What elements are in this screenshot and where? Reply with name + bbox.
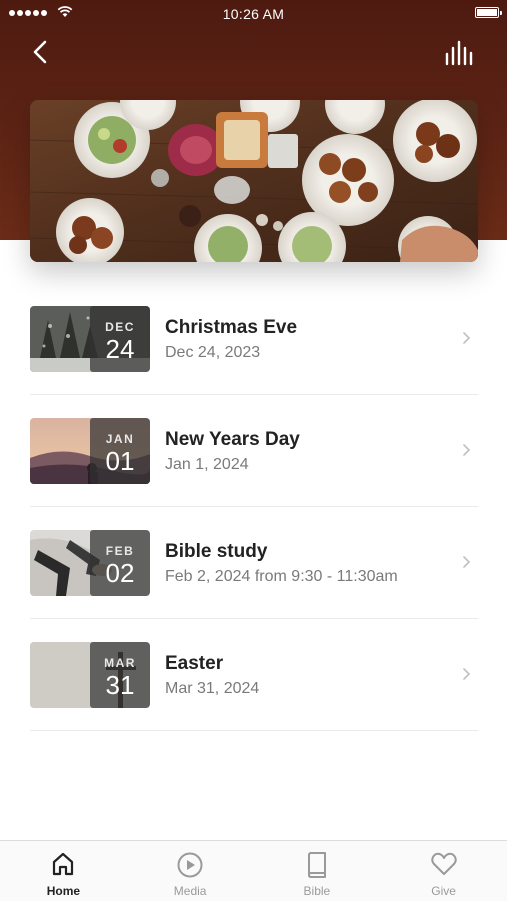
back-chevron-icon[interactable] [26, 36, 56, 68]
event-date: Dec 24, 2023 [165, 344, 261, 361]
battery-icon [475, 7, 502, 18]
tab-media[interactable]: Media [127, 841, 254, 901]
book-icon [307, 852, 326, 878]
chevron-right-icon [463, 332, 471, 344]
tab-give[interactable]: Give [380, 841, 507, 901]
event-row-bible-study[interactable]: FEB 02 Bible study Feb 2, 2024 from 9:30… [30, 507, 478, 619]
event-thumbnail: FEB 02 [30, 530, 150, 596]
event-date: Feb 2, 2024 from 9:30 - 11:30am [165, 568, 398, 585]
event-thumbnail: JAN 01 [30, 418, 150, 484]
chevron-right-icon [463, 444, 471, 456]
event-title: Easter [165, 653, 224, 674]
date-month: JAN [105, 432, 135, 446]
event-thumbnail: DEC 24 [30, 306, 150, 372]
date-day: 24 [105, 334, 135, 364]
event-title: Christmas Eve [165, 317, 298, 338]
dinner-table-photo [30, 100, 478, 262]
event-date: Mar 31, 2024 [165, 680, 260, 697]
heart-icon [430, 852, 457, 875]
play-circle-icon [177, 852, 203, 878]
date-badge: FEB 02 [90, 530, 150, 596]
event-row-easter[interactable]: MAR 31 Easter Mar 31, 2024 [30, 619, 478, 731]
chevron-right-icon [463, 556, 471, 568]
date-month: MAR [104, 656, 136, 670]
tab-bible[interactable]: Bible [254, 841, 381, 901]
date-badge: MAR 31 [90, 642, 150, 708]
date-badge: DEC 24 [90, 306, 150, 372]
event-row-christmas-eve[interactable]: DEC 24 Christmas Eve Dec 24, 2023 [30, 283, 478, 395]
date-month: DEC [105, 320, 135, 334]
date-day: 02 [105, 558, 135, 588]
event-date: Jan 1, 2024 [165, 456, 249, 473]
event-row-new-years-day[interactable]: JAN 01 New Years Day Jan 1, 2024 [30, 395, 478, 507]
event-title: Bible study [165, 541, 268, 562]
date-badge: JAN 01 [90, 418, 150, 484]
audio-bars-icon[interactable] [444, 40, 476, 66]
tab-label: Bible [303, 884, 331, 898]
events-list: DEC 24 Christmas Eve Dec 24, 2023 JAN 01… [30, 283, 478, 731]
status-bar: 10:26 AM [0, 0, 507, 28]
date-day: 31 [105, 670, 135, 700]
event-title: New Years Day [165, 429, 300, 450]
chevron-right-icon [463, 668, 471, 680]
status-time: 10:26 AM [222, 6, 285, 22]
hero-image [30, 100, 478, 262]
home-icon [53, 852, 74, 876]
tab-label: Give [431, 884, 456, 898]
date-month: FEB [105, 544, 135, 558]
date-day: 01 [105, 446, 135, 476]
tab-home[interactable]: Home [0, 841, 127, 901]
tab-label: Home [46, 884, 81, 898]
event-thumbnail: MAR 31 [30, 642, 150, 708]
tab-label: Media [173, 884, 207, 898]
tab-bar: Home Media Bible Give [0, 840, 507, 901]
